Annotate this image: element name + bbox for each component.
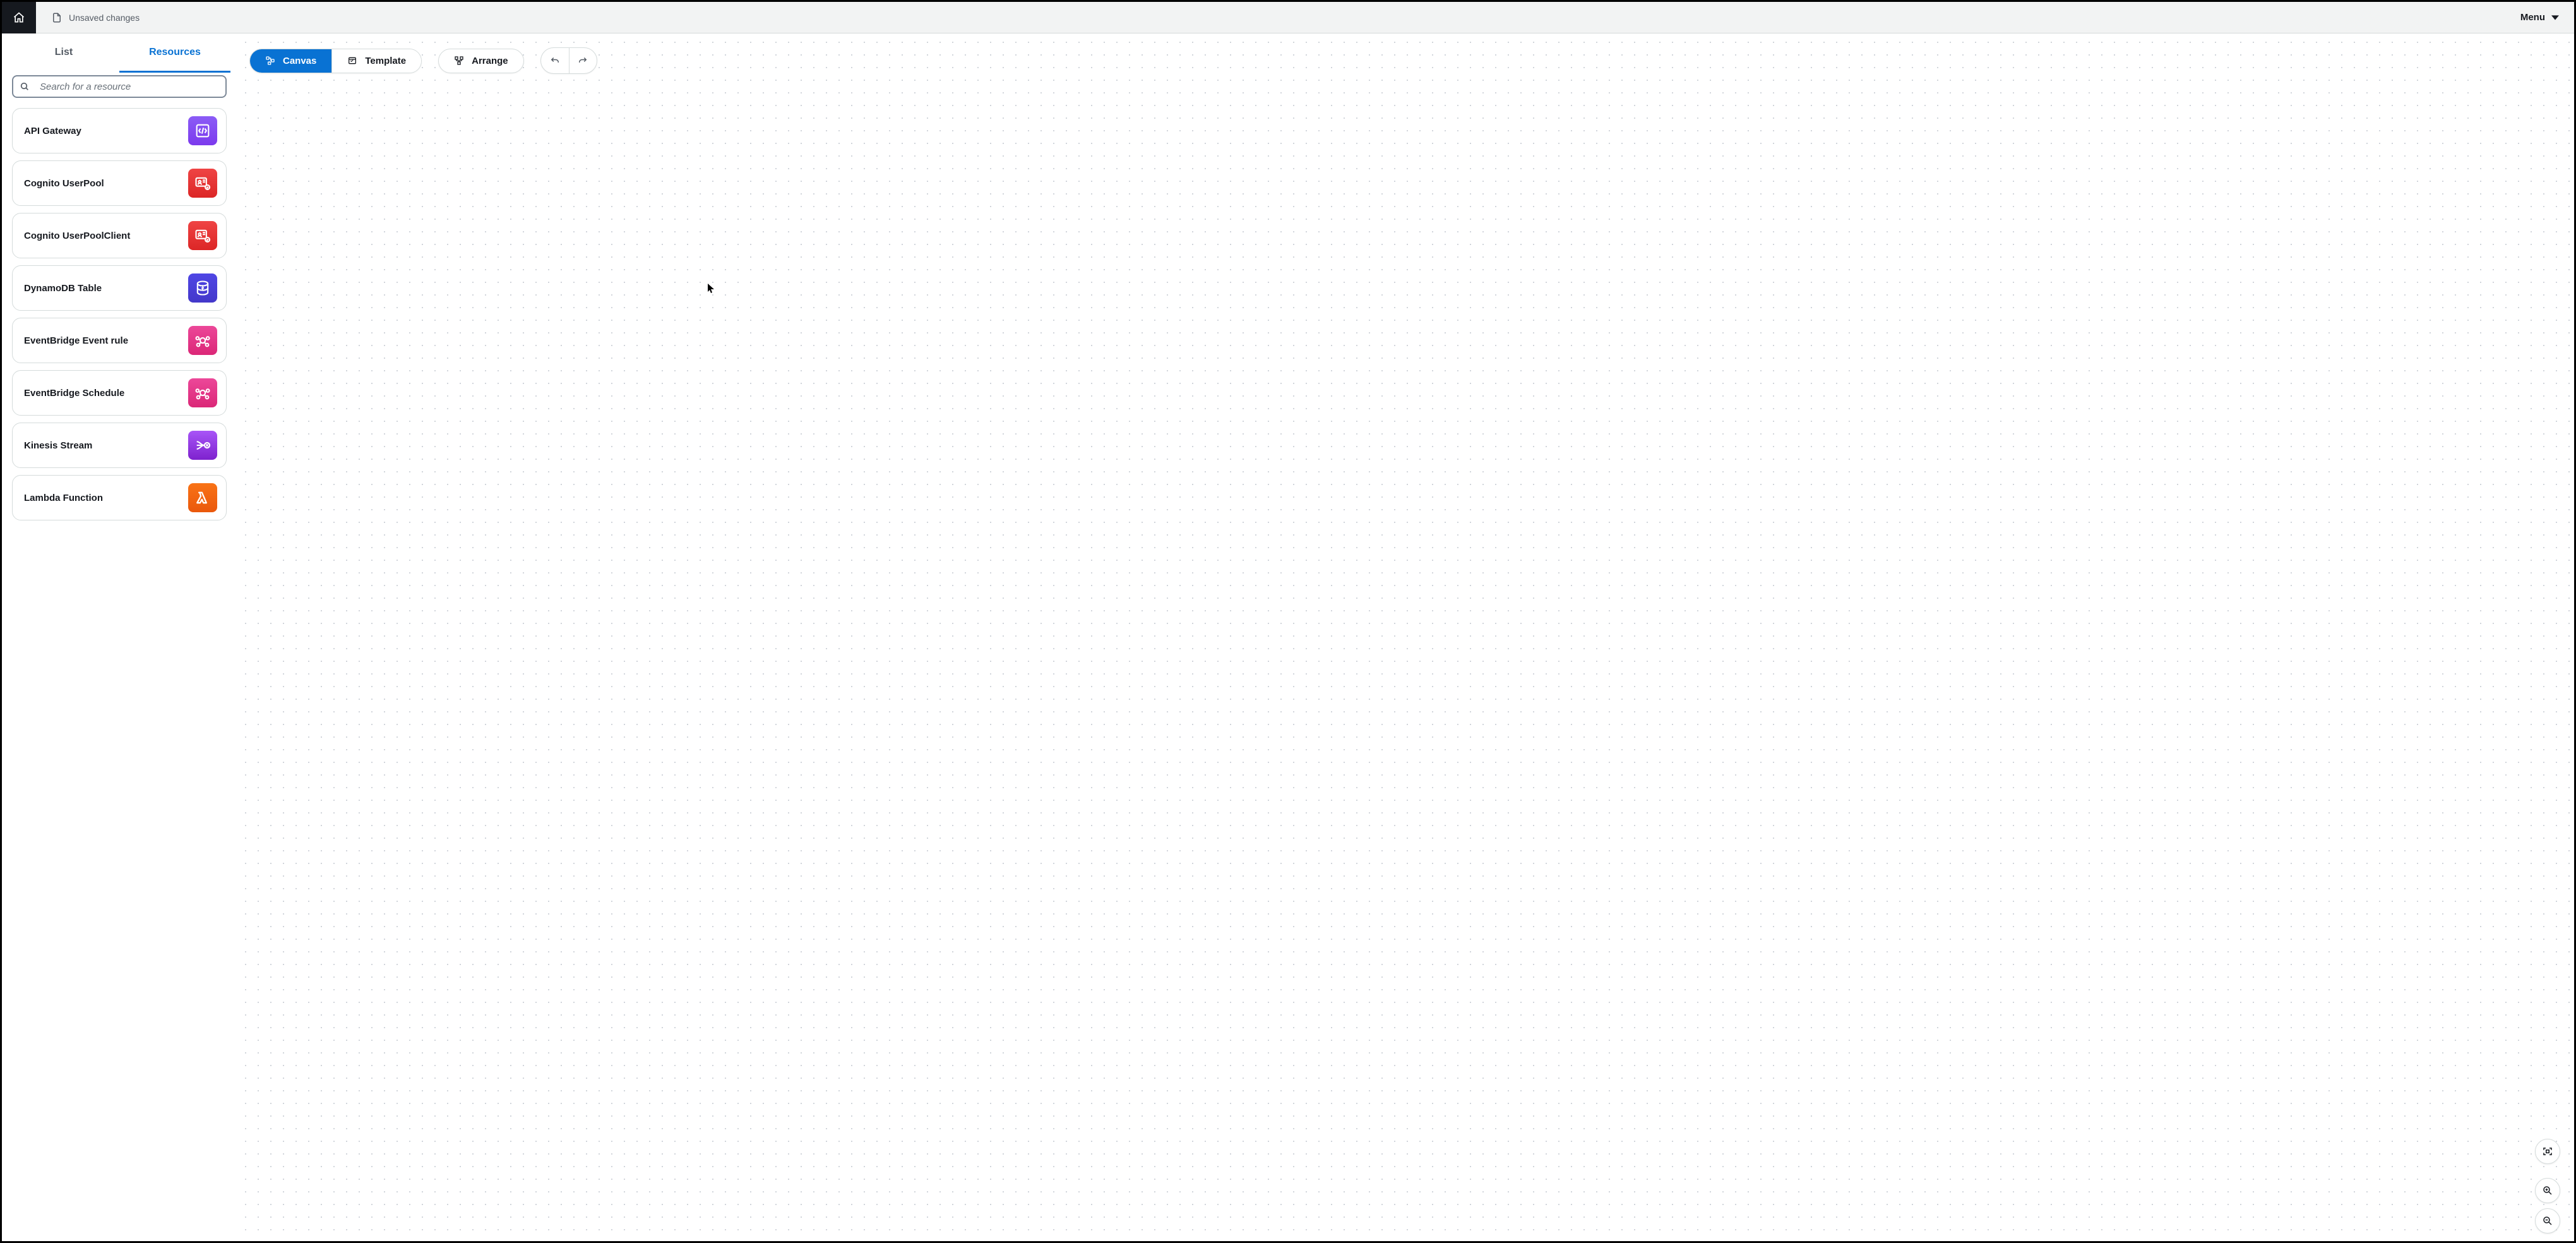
canvas-view-label: Canvas: [283, 56, 316, 66]
resource-dynamodb-table[interactable]: DynamoDB Table: [12, 265, 227, 311]
dynamodb-icon: [188, 273, 217, 303]
resource-cognito-userpool[interactable]: Cognito UserPool: [12, 160, 227, 206]
fit-view-button[interactable]: [2535, 1139, 2560, 1164]
canvas[interactable]: Canvas Template Arrange: [237, 33, 2574, 1241]
template-view-button[interactable]: Template: [331, 49, 421, 73]
undo-icon: [549, 55, 561, 66]
menu-label: Menu: [2520, 12, 2545, 23]
search-wrap: [12, 75, 227, 98]
resource-eventbridge-rule[interactable]: EventBridge Event rule: [12, 318, 227, 363]
template-view-icon: [347, 56, 357, 66]
cognito-icon: [188, 169, 217, 198]
eventbridge-icon: [188, 378, 217, 407]
eventbridge-icon: [188, 326, 217, 355]
canvas-view-icon: [265, 56, 275, 66]
kinesis-icon: [188, 431, 217, 460]
canvas-toolbar: Canvas Template Arrange: [249, 47, 597, 74]
header-bar: Unsaved changes Menu: [2, 2, 2574, 33]
main-area: List Resources API Gateway Cognito UserP…: [2, 33, 2574, 1241]
resource-label: Kinesis Stream: [24, 440, 92, 451]
undo-redo-group: [540, 47, 597, 74]
home-button[interactable]: [2, 2, 36, 33]
zoom-in-icon: [2542, 1185, 2553, 1196]
undo-button[interactable]: [541, 48, 569, 73]
arrange-label: Arrange: [472, 56, 508, 66]
unsaved-changes-status: Unsaved changes: [51, 12, 140, 23]
resource-label: DynamoDB Table: [24, 283, 102, 294]
menu-button[interactable]: Menu: [2520, 12, 2559, 23]
zoom-controls: [2535, 1139, 2560, 1234]
zoom-in-button[interactable]: [2535, 1178, 2560, 1203]
resource-api-gateway[interactable]: API Gateway: [12, 108, 227, 153]
file-status-icon: [51, 12, 63, 23]
resource-label: Lambda Function: [24, 493, 103, 503]
arrange-icon: [454, 56, 464, 66]
lambda-icon: [188, 483, 217, 512]
zoom-out-button[interactable]: [2535, 1208, 2560, 1234]
cursor-indicator: [708, 284, 715, 296]
resource-list: API Gateway Cognito UserPool Cognito Use…: [8, 108, 230, 520]
home-icon: [13, 11, 25, 24]
resource-eventbridge-schedule[interactable]: EventBridge Schedule: [12, 370, 227, 416]
tab-list[interactable]: List: [8, 33, 119, 73]
fit-view-icon: [2542, 1146, 2553, 1157]
resource-cognito-userpoolclient[interactable]: Cognito UserPoolClient: [12, 213, 227, 258]
view-toggle-group: Canvas Template: [249, 49, 422, 73]
canvas-view-button[interactable]: Canvas: [250, 49, 331, 73]
redo-button[interactable]: [569, 48, 597, 73]
api-gateway-icon: [188, 116, 217, 145]
resource-label: EventBridge Event rule: [24, 335, 128, 346]
sidebar-tabs: List Resources: [8, 33, 230, 73]
cognito-icon: [188, 221, 217, 250]
resource-label: Cognito UserPool: [24, 178, 104, 189]
resource-label: Cognito UserPoolClient: [24, 231, 130, 241]
resource-label: API Gateway: [24, 126, 81, 136]
arrange-button[interactable]: Arrange: [438, 49, 524, 73]
unsaved-changes-label: Unsaved changes: [69, 13, 140, 23]
tab-resources[interactable]: Resources: [119, 33, 230, 73]
zoom-out-icon: [2542, 1215, 2553, 1227]
sidebar: List Resources API Gateway Cognito UserP…: [2, 33, 237, 1241]
search-icon: [20, 81, 30, 92]
resource-lambda-function[interactable]: Lambda Function: [12, 475, 227, 520]
template-view-label: Template: [365, 56, 406, 66]
resource-kinesis-stream[interactable]: Kinesis Stream: [12, 423, 227, 468]
search-input[interactable]: [12, 75, 227, 98]
caret-down-icon: [2551, 14, 2559, 21]
resource-label: EventBridge Schedule: [24, 388, 124, 399]
redo-icon: [577, 55, 588, 66]
